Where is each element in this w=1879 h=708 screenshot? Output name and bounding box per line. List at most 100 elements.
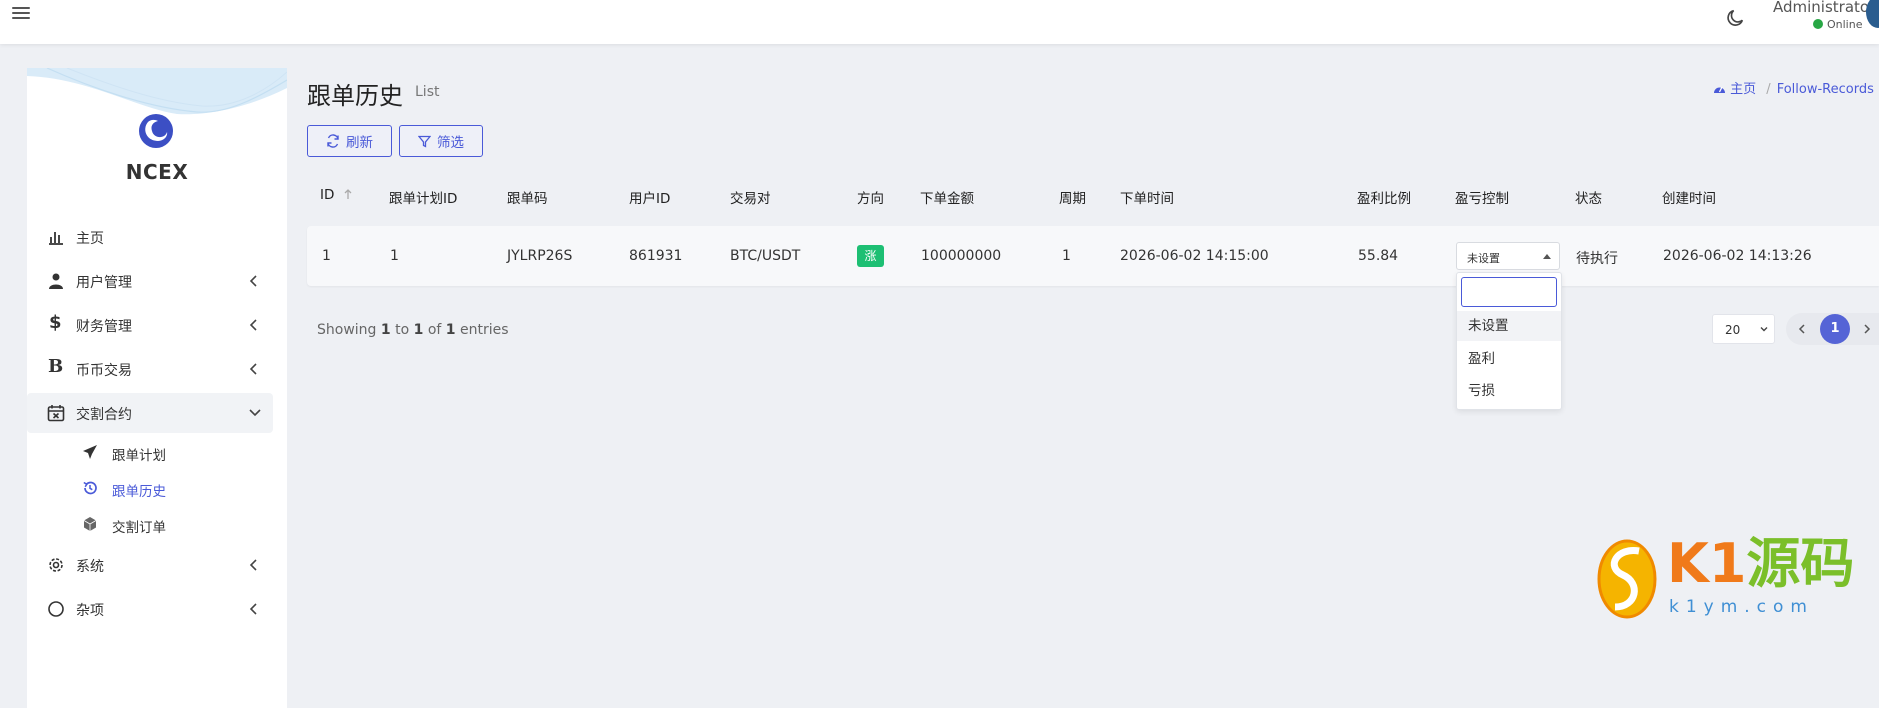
sidebar-item-system[interactable]: 系统: [27, 545, 273, 585]
dropdown-option[interactable]: 盈利: [1457, 344, 1561, 374]
watermark-prefix: K1: [1667, 532, 1747, 595]
refresh-button[interactable]: 刷新: [307, 125, 392, 157]
menu-icon[interactable]: [12, 4, 30, 20]
column-header-label: ID: [320, 187, 335, 203]
sidebar-item-label: 交割合约: [76, 407, 132, 423]
cell-period: 1: [1062, 248, 1071, 264]
plane-icon: [83, 445, 97, 459]
sidebar-subitem-follow-history[interactable]: 跟单历史: [27, 473, 273, 503]
pagination: 1: [1786, 313, 1879, 345]
direction-badge: 涨: [857, 245, 884, 267]
sidebar-item-user-management[interactable]: 用户管理: [27, 261, 273, 301]
dropdown-option[interactable]: 亏损: [1457, 376, 1561, 406]
avatar[interactable]: [1866, 0, 1879, 28]
column-header-control[interactable]: 盈亏控制: [1455, 187, 1509, 207]
chevron-down-icon: [249, 409, 261, 417]
column-header-direction[interactable]: 方向: [857, 187, 884, 207]
entries-total: 1: [445, 322, 456, 338]
watermark-url: k1ym.com: [1669, 597, 1814, 617]
chevron-left-icon: [249, 559, 257, 571]
caret-up-icon: [1543, 254, 1551, 259]
sidebar-item-label: 系统: [76, 559, 104, 575]
chevron-left-icon[interactable]: [1796, 322, 1808, 336]
filter-button[interactable]: 筛选: [399, 125, 483, 157]
calendar-x-icon: [47, 405, 65, 422]
page-size-select[interactable]: 20: [1712, 314, 1775, 344]
bar-chart-icon: [49, 232, 63, 245]
column-header-pair[interactable]: 交易对: [730, 187, 771, 207]
refresh-label: 刷新: [346, 135, 373, 151]
user-status: Online: [1813, 18, 1862, 31]
dollar-icon: $: [49, 312, 62, 333]
cell-code: JYLRP26S: [507, 248, 573, 264]
watermark-text: K1源码: [1667, 537, 1854, 591]
sort-arrow-icon: [344, 189, 352, 199]
chevron-left-icon: [249, 319, 257, 331]
breadcrumb: 主页 / Follow-Records: [1713, 78, 1874, 97]
column-header-status[interactable]: 状态: [1575, 187, 1602, 207]
page-title: 跟单历史: [307, 82, 403, 110]
cell-status: 待执行: [1576, 251, 1618, 267]
entries-prefix: Showing: [317, 322, 377, 338]
cell-order-time: 2026-06-02 14:15:00: [1120, 248, 1269, 264]
history-icon: [83, 481, 97, 495]
chevron-right-icon[interactable]: [1861, 322, 1873, 336]
sidebar-item-spot-trading[interactable]: B 币币交易: [27, 349, 273, 389]
user-name[interactable]: Administrator: [1773, 0, 1875, 16]
sidebar-subitem-label: 交割订单: [112, 520, 166, 536]
column-header-period[interactable]: 周期: [1059, 187, 1086, 207]
column-header-order-time[interactable]: 下单时间: [1120, 187, 1174, 207]
dashboard-icon: [1714, 86, 1725, 93]
breadcrumb-current[interactable]: Follow-Records: [1777, 82, 1874, 97]
column-header-amount[interactable]: 下单金额: [920, 187, 974, 207]
watermark-logo-icon: [1597, 539, 1657, 619]
sidebar: NCEX 主页 用户管理 $ 财务管理 B 币币交易 交割合约 跟单计划 跟单历…: [27, 68, 287, 708]
sidebar-item-label: 用户管理: [76, 275, 132, 291]
control-select-value: 未设置: [1467, 252, 1500, 265]
sidebar-item-delivery-contract[interactable]: 交割合约: [27, 393, 273, 433]
column-header-plan-id[interactable]: 跟单计划ID: [389, 187, 457, 207]
sidebar-subitem-follow-plan[interactable]: 跟单计划: [27, 437, 273, 467]
cell-created: 2026-06-02 14:13:26: [1663, 248, 1812, 264]
sidebar-item-label: 币币交易: [76, 363, 132, 379]
entries-of-word: of: [427, 322, 442, 338]
online-dot-icon: [1813, 19, 1823, 29]
sidebar-item-label: 杂项: [76, 603, 104, 619]
sidebar-item-home[interactable]: 主页: [27, 217, 273, 257]
chevron-left-icon: [249, 363, 257, 375]
sidebar-item-misc[interactable]: 杂项: [27, 589, 273, 629]
circle-icon: [48, 601, 64, 617]
entries-suffix: entries: [459, 322, 509, 338]
watermark-cn: 源码: [1746, 532, 1855, 595]
brand-name: NCEX: [125, 160, 189, 184]
page-button-current[interactable]: 1: [1820, 314, 1850, 344]
brand-logo-icon: [139, 114, 173, 148]
cell-plan-id: 1: [390, 248, 399, 264]
chevron-left-icon: [249, 603, 257, 615]
sidebar-subitem-label: 跟单计划: [112, 448, 166, 464]
breadcrumb-home[interactable]: 主页: [1713, 82, 1760, 97]
chevron-left-icon: [249, 275, 257, 287]
cell-profit-ratio: 55.84: [1358, 248, 1399, 264]
cell-amount: 100000000: [921, 248, 1002, 264]
moon-icon[interactable]: [1724, 7, 1746, 29]
sidebar-item-finance[interactable]: $ 财务管理: [27, 305, 273, 345]
page-size-value: 20: [1725, 323, 1741, 337]
column-header-code[interactable]: 跟单码: [507, 187, 548, 207]
sidebar-subitem-delivery-orders[interactable]: 交割订单: [27, 509, 273, 539]
control-select[interactable]: 未设置: [1456, 242, 1560, 270]
dropdown-option[interactable]: 未设置: [1457, 311, 1561, 341]
page-subtitle: List: [415, 84, 440, 100]
sidebar-item-label: 主页: [76, 231, 104, 247]
dropdown-search-input[interactable]: [1461, 277, 1557, 307]
column-header-id[interactable]: ID: [320, 187, 353, 203]
user-tie-icon: [49, 273, 63, 289]
column-header-user-id[interactable]: 用户ID: [629, 187, 670, 207]
entries-from: 1: [380, 322, 391, 338]
column-header-profit-ratio[interactable]: 盈利比例: [1357, 187, 1411, 207]
sidebar-item-label: 财务管理: [76, 319, 132, 335]
status-text: Online: [1827, 18, 1863, 31]
filter-label: 筛选: [437, 135, 464, 151]
column-header-created[interactable]: 创建时间: [1662, 187, 1716, 207]
header-wave-decoration: [27, 68, 287, 115]
